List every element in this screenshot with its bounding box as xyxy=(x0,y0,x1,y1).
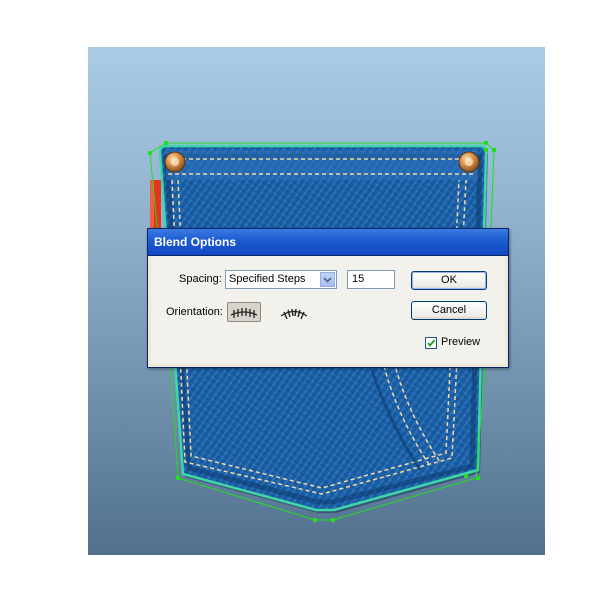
chevron-down-icon[interactable] xyxy=(320,272,335,287)
spacing-label: Spacing: xyxy=(179,273,222,285)
preview-checkbox[interactable] xyxy=(425,337,437,349)
spacing-dropdown[interactable]: Specified Steps xyxy=(225,270,337,289)
blend-options-dialog: Blend Options Spacing: Specified Steps 1… xyxy=(147,228,509,368)
ok-button[interactable]: OK xyxy=(411,271,487,290)
dialog-title: Blend Options xyxy=(148,229,508,256)
cancel-button[interactable]: Cancel xyxy=(411,301,487,320)
dialog-body: Spacing: Specified Steps 15 Orientation: xyxy=(151,256,505,364)
checkmark-icon xyxy=(427,339,436,347)
align-to-page-icon[interactable] xyxy=(227,302,261,322)
preview-label[interactable]: Preview xyxy=(441,336,480,348)
orientation-label: Orientation: xyxy=(166,306,223,318)
spacing-value: Specified Steps xyxy=(229,273,306,285)
steps-input[interactable]: 15 xyxy=(347,270,395,289)
align-to-path-icon[interactable] xyxy=(277,302,311,322)
